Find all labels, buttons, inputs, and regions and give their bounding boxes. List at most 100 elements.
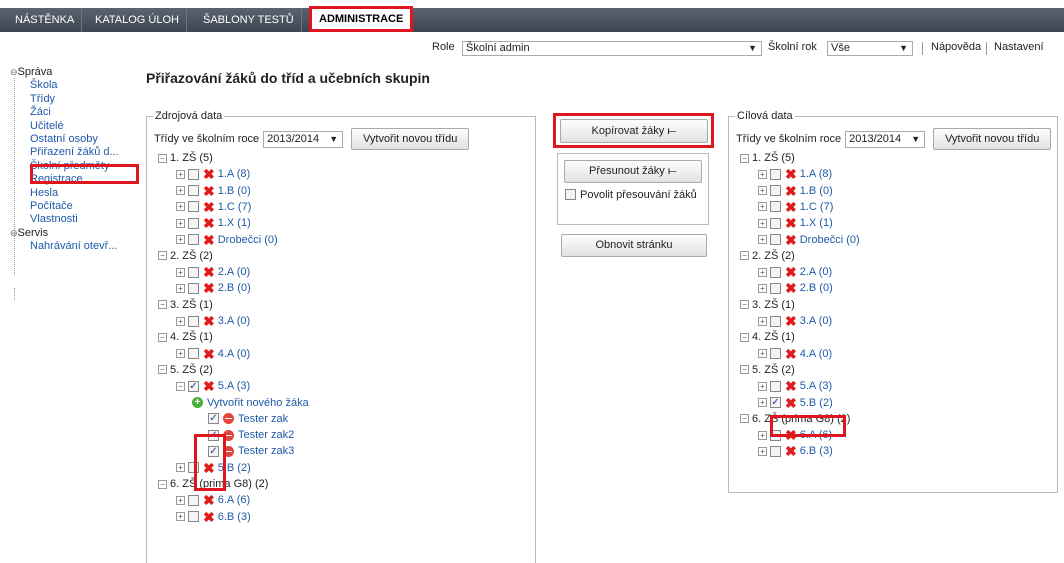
expand-icon[interactable]: + (176, 218, 185, 228)
tree-grade-node[interactable]: −5. ZŠ (2) (158, 362, 213, 378)
add-icon[interactable]: + (192, 397, 203, 408)
tree-class-node[interactable]: − ✓ ✖ 5.A (3) (176, 378, 250, 394)
class-checkbox[interactable] (188, 494, 199, 506)
expand-icon[interactable]: + (176, 349, 185, 359)
nav-item-pocitace[interactable]: Počítače (10, 200, 140, 213)
expand-icon[interactable]: + (176, 202, 185, 212)
class-checkbox[interactable] (770, 380, 781, 392)
student-checkbox[interactable]: ✓ (208, 413, 219, 425)
collapse-icon[interactable]: − (158, 300, 167, 310)
expand-icon[interactable]: + (176, 316, 185, 326)
nav-group-servis[interactable]: ⊖Servis (10, 227, 140, 240)
class-link[interactable]: 6.A (6) (218, 492, 250, 508)
class-checkbox[interactable] (188, 168, 199, 180)
class-link[interactable]: 5.A (3) (218, 378, 250, 394)
class-checkbox[interactable] (770, 348, 781, 360)
class-checkbox[interactable] (188, 511, 199, 523)
class-link[interactable]: 1.A (8) (800, 166, 832, 182)
tree-class-node[interactable]: + ✖ 2.A (0) (758, 264, 832, 280)
tree-grade-node[interactable]: −2. ZŠ (2) (158, 248, 213, 264)
expand-icon[interactable]: + (758, 381, 767, 391)
class-checkbox[interactable] (770, 201, 781, 213)
nav-item-skola[interactable]: Škola (10, 79, 140, 92)
tree-class-node[interactable]: + ✖ 1.X (1) (758, 215, 833, 231)
expand-icon[interactable]: + (176, 512, 185, 522)
delete-icon[interactable]: ✖ (785, 167, 797, 181)
tree-class-node[interactable]: + ✖ Drobečci (0) (758, 232, 860, 248)
class-link[interactable]: 6.B (3) (800, 443, 833, 459)
collapse-icon[interactable]: − (158, 251, 167, 261)
expand-icon[interactable]: + (758, 283, 767, 293)
tree-class-node[interactable]: + ✖ 1.C (7) (758, 199, 833, 215)
delete-icon[interactable]: ✖ (203, 314, 215, 328)
expand-icon[interactable]: + (758, 446, 767, 456)
delete-icon[interactable]: ✖ (785, 396, 797, 410)
class-link[interactable]: 1.A (8) (218, 166, 250, 182)
class-checkbox[interactable] (188, 315, 199, 327)
tree-class-node[interactable]: + ✖ 6.A (6) (176, 492, 250, 508)
tab-nastenka[interactable]: NÁSTĚNKA (8, 8, 83, 32)
tab-sablony-testu[interactable]: ŠABLONY TESTŮ (196, 8, 302, 32)
class-checkbox[interactable] (770, 445, 781, 457)
nav-item-nahravani[interactable]: Nahrávání otevř... (10, 240, 140, 253)
delete-icon[interactable]: ✖ (203, 216, 215, 230)
tab-katalog-uloh[interactable]: KATALOG ÚLOH (88, 8, 187, 32)
class-link[interactable]: Drobečci (0) (800, 232, 860, 248)
class-checkbox[interactable] (770, 217, 781, 229)
collapse-icon[interactable]: − (158, 332, 167, 342)
source-year-select[interactable]: 2013/2014 ▼ (263, 130, 344, 148)
class-link[interactable]: 2.B (0) (800, 280, 833, 296)
tree-class-node[interactable]: + ✖ 1.B (0) (758, 183, 833, 199)
refresh-button[interactable]: Obnovit stránku (561, 234, 707, 257)
class-checkbox[interactable] (770, 168, 781, 180)
school-year-select[interactable]: Vše ▼ (827, 41, 913, 56)
expand-icon[interactable]: + (758, 349, 767, 359)
collapse-icon[interactable]: − (740, 153, 749, 163)
expand-icon[interactable]: + (176, 267, 185, 277)
class-link[interactable]: 2.B (0) (218, 280, 251, 296)
expand-icon[interactable]: + (758, 202, 767, 212)
class-link[interactable]: 2.A (0) (218, 264, 250, 280)
tree-grade-node[interactable]: −1. ZŠ (5) (740, 150, 795, 166)
expand-icon[interactable]: + (758, 267, 767, 277)
delete-icon[interactable]: ✖ (203, 281, 215, 295)
class-checkbox[interactable] (770, 282, 781, 294)
nav-item-ostatni-osoby[interactable]: Ostatní osoby (10, 133, 140, 146)
expand-icon[interactable]: + (758, 430, 767, 440)
delete-icon[interactable]: ✖ (203, 379, 215, 393)
create-class-button[interactable]: Vytvořit novou třídu (351, 128, 470, 150)
class-link[interactable]: 1.B (0) (218, 183, 251, 199)
nav-item-hesla[interactable]: Hesla (10, 187, 140, 200)
tree-class-node[interactable]: + ✖ 4.A (0) (758, 346, 832, 362)
delete-icon[interactable]: ✖ (785, 216, 797, 230)
tree-grade-node[interactable]: −1. ZŠ (5) (158, 150, 213, 166)
tree-class-node[interactable]: + ✖ 3.A (0) (758, 313, 832, 329)
class-link[interactable]: 1.C (7) (218, 199, 252, 215)
class-link[interactable]: 3.A (0) (800, 313, 832, 329)
student-link[interactable]: Tester zak2 (238, 427, 294, 443)
student-link[interactable]: Tester zak3 (238, 443, 294, 459)
tree-class-node[interactable]: + ✖ 3.A (0) (176, 313, 250, 329)
class-link[interactable]: 2.A (0) (800, 264, 832, 280)
student-link[interactable]: Tester zak (238, 411, 288, 427)
delete-icon[interactable]: ✖ (203, 347, 215, 361)
create-student-link[interactable]: Vytvořit nového žáka (207, 395, 309, 411)
nav-item-ucitele[interactable]: Učitelé (10, 120, 140, 133)
expand-icon[interactable]: + (176, 283, 185, 293)
class-checkbox[interactable] (770, 315, 781, 327)
tree-class-node[interactable]: + ✖ 1.A (8) (758, 166, 832, 182)
tree-grade-node[interactable]: −5. ZŠ (2) (740, 362, 795, 378)
class-checkbox[interactable]: ✓ (188, 380, 199, 392)
tree-create-node[interactable]: + Vytvořit nového žáka (192, 395, 309, 411)
collapse-icon[interactable]: − (158, 479, 167, 489)
tree-class-node[interactable]: + ✖ 1.X (1) (176, 215, 251, 231)
tree-grade-node[interactable]: −3. ZŠ (1) (158, 297, 213, 313)
tab-administrace[interactable]: ADMINISTRACE (309, 6, 414, 32)
tree-class-node[interactable]: + ✖ 1.B (0) (176, 183, 251, 199)
class-link[interactable]: 1.X (1) (800, 215, 833, 231)
tree-class-node[interactable]: + ✖ 6.B (3) (176, 509, 251, 525)
class-link[interactable]: Drobečci (0) (218, 232, 278, 248)
remove-icon[interactable] (223, 413, 234, 425)
move-students-button[interactable]: Přesunout žáky ⟝ (564, 160, 702, 183)
expand-icon[interactable]: + (176, 169, 185, 179)
